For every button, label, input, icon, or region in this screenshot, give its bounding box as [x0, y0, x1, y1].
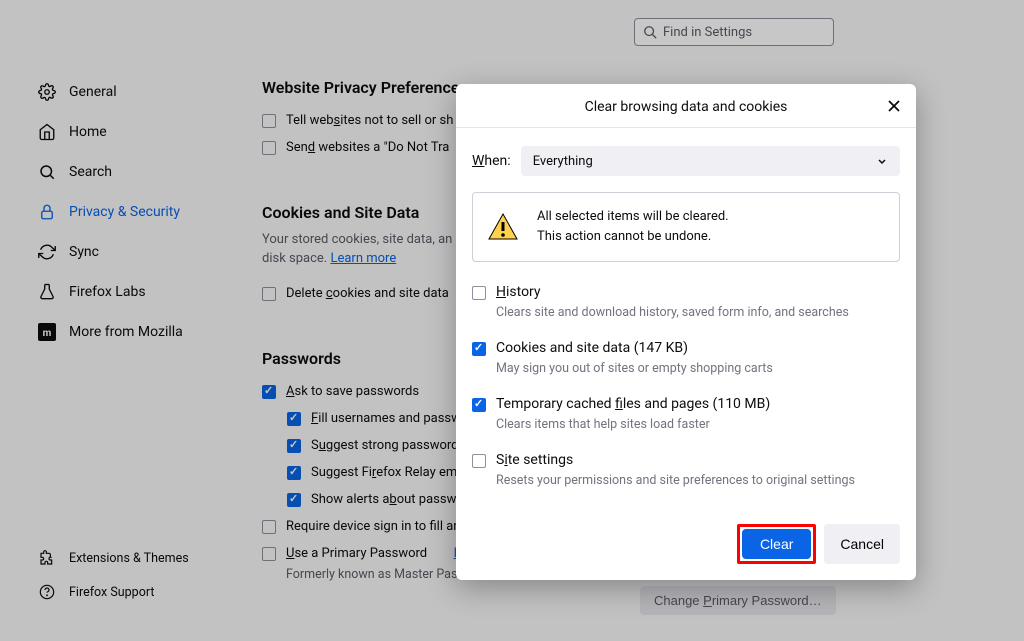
warning-icon: [487, 211, 519, 243]
extensions-link[interactable]: Extensions & Themes: [37, 541, 189, 575]
cache-label: Temporary cached files and pages (110 MB…: [496, 396, 900, 412]
sidebar-item-labs[interactable]: Firefox Labs: [37, 272, 227, 312]
checkbox-require-device[interactable]: [262, 520, 276, 534]
ask-save-label: Ask to save passwords: [286, 384, 419, 399]
checkbox-cookies[interactable]: [472, 342, 486, 356]
sidebar-item-mozilla[interactable]: m More from Mozilla: [37, 312, 227, 352]
cancel-button[interactable]: Cancel: [824, 524, 900, 564]
sync-icon: [37, 242, 57, 262]
support-link[interactable]: Firefox Support: [37, 575, 189, 609]
sidebar-label: Home: [69, 124, 107, 140]
cookies-subtext: May sign you out of sites or empty shopp…: [496, 361, 900, 376]
extensions-label: Extensions & Themes: [69, 551, 189, 566]
chevron-down-icon: [876, 155, 888, 167]
cache-subtext: Clears items that help sites load faster: [496, 417, 900, 432]
settings-search-input[interactable]: Find in Settings: [634, 18, 834, 46]
use-primary-label: Use a Primary Password: [286, 546, 427, 561]
sidebar-label: General: [69, 84, 117, 100]
help-icon: [37, 582, 57, 602]
when-row: When: Everything: [472, 146, 900, 176]
bottom-links: Extensions & Themes Firefox Support: [37, 541, 189, 609]
mozilla-icon: m: [37, 322, 57, 342]
do-not-track-label: Send websites a "Do Not Tra: [286, 140, 449, 155]
svg-text:m: m: [43, 328, 52, 339]
fill-usernames-label: Fill usernames and passw: [311, 411, 461, 426]
learn-more-cookies[interactable]: Learn more: [330, 251, 396, 266]
checkbox-history[interactable]: [472, 286, 486, 300]
sidebar-label: Firefox Labs: [69, 284, 146, 300]
checkbox-delete-cookies[interactable]: [262, 287, 276, 301]
checkbox-use-primary[interactable]: [262, 547, 276, 561]
history-option[interactable]: History Clears site and download history…: [472, 284, 900, 320]
site-settings-option[interactable]: Site settings Resets your permissions an…: [472, 452, 900, 488]
when-value: Everything: [533, 154, 593, 169]
sidebar-item-search[interactable]: Search: [37, 152, 227, 192]
lock-icon: [37, 202, 57, 222]
sidebar-label: Privacy & Security: [69, 204, 180, 220]
checkbox-cache[interactable]: [472, 398, 486, 412]
checkbox-do-not-track[interactable]: [262, 141, 276, 155]
checkbox-suggest-relay[interactable]: [287, 466, 301, 480]
sidebar-item-privacy[interactable]: Privacy & Security: [37, 192, 227, 232]
when-label: When:: [472, 153, 511, 169]
sidebar-label: More from Mozilla: [69, 324, 183, 340]
cookies-label: Cookies and site data (147 KB): [496, 340, 900, 356]
sidebar-label: Search: [69, 164, 112, 180]
suggest-strong-label: Suggest strong password: [311, 438, 459, 453]
search-placeholder: Find in Settings: [663, 25, 752, 40]
when-dropdown[interactable]: Everything: [521, 146, 900, 176]
close-icon: [887, 99, 901, 113]
clear-data-dialog: Clear browsing data and cookies When: Ev…: [456, 84, 916, 580]
settings-sidebar: General Home Search Privacy & Security S…: [37, 72, 227, 352]
warning-box: All selected items will be cleared. This…: [472, 192, 900, 262]
dialog-header: Clear browsing data and cookies: [456, 84, 916, 128]
clear-button[interactable]: Clear: [742, 529, 811, 559]
sidebar-item-general[interactable]: General: [37, 72, 227, 112]
checkbox-show-alerts[interactable]: [287, 493, 301, 507]
suggest-relay-label: Suggest Firefox Relay em: [311, 465, 457, 480]
site-settings-label: Site settings: [496, 452, 900, 468]
dialog-body: When: Everything All selected items will…: [456, 128, 916, 524]
tell-not-sell-label: Tell websites not to sell or sh: [286, 113, 453, 128]
history-subtext: Clears site and download history, saved …: [496, 305, 900, 320]
delete-cookies-label: Delete cookies and site data: [286, 286, 449, 301]
dialog-footer: Clear Cancel: [456, 524, 916, 580]
clear-button-highlight: Clear: [737, 524, 816, 564]
checkbox-ask-save[interactable]: [262, 385, 276, 399]
close-button[interactable]: [882, 94, 906, 118]
sidebar-item-home[interactable]: Home: [37, 112, 227, 152]
support-label: Firefox Support: [69, 585, 154, 600]
warning-text: All selected items will be cleared. This…: [537, 207, 729, 247]
change-primary-button[interactable]: Change Primary Password…: [640, 586, 836, 615]
cache-option[interactable]: Temporary cached files and pages (110 MB…: [472, 396, 900, 432]
site-settings-subtext: Resets your permissions and site prefere…: [496, 473, 900, 488]
puzzle-icon: [37, 548, 57, 568]
search-icon: [643, 25, 657, 39]
checkbox-tell-not-sell[interactable]: [262, 114, 276, 128]
checkbox-suggest-strong[interactable]: [287, 439, 301, 453]
checkbox-site-settings[interactable]: [472, 454, 486, 468]
labs-icon: [37, 282, 57, 302]
checkbox-fill-usernames[interactable]: [287, 412, 301, 426]
history-label: History: [496, 284, 900, 300]
sidebar-label: Sync: [69, 244, 99, 260]
sidebar-item-sync[interactable]: Sync: [37, 232, 227, 272]
gear-icon: [37, 82, 57, 102]
dialog-title: Clear browsing data and cookies: [585, 99, 788, 115]
cookies-option[interactable]: Cookies and site data (147 KB) May sign …: [472, 340, 900, 376]
home-icon: [37, 122, 57, 142]
show-alerts-label: Show alerts about passwo: [311, 492, 464, 507]
search-icon: [37, 162, 57, 182]
